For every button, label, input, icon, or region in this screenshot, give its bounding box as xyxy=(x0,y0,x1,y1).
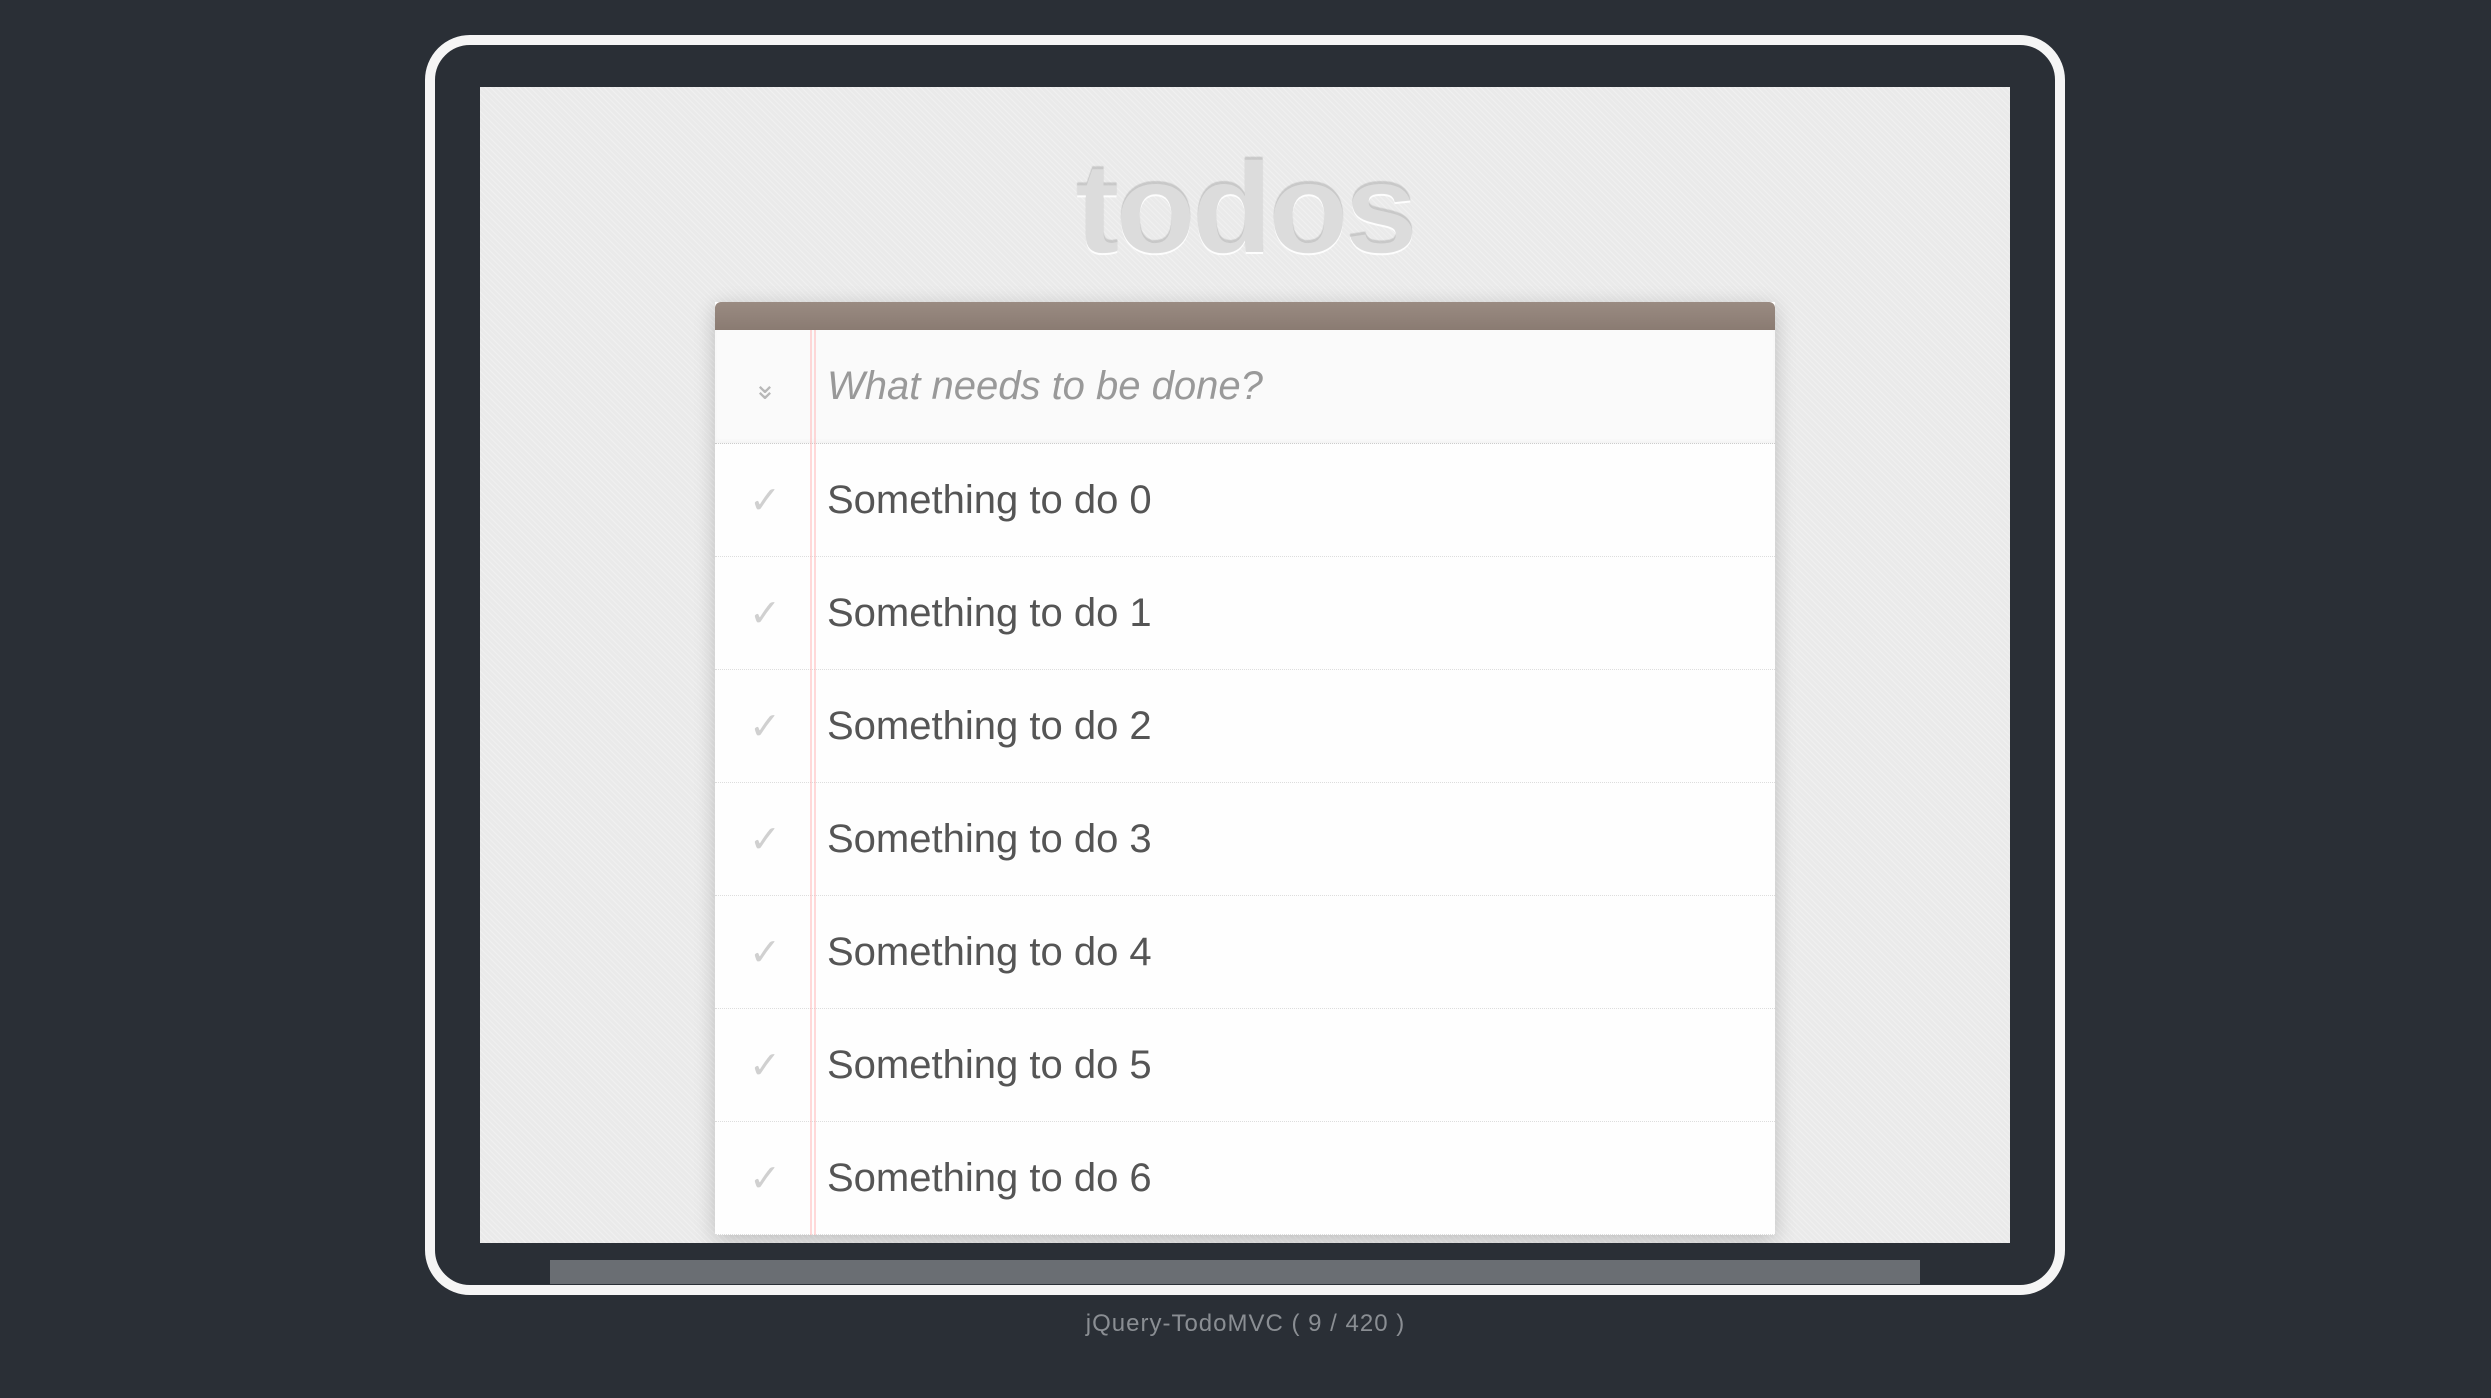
check-icon[interactable]: ✓ xyxy=(715,704,815,749)
todo-label: Something to do 3 xyxy=(815,817,1775,862)
check-icon[interactable]: ✓ xyxy=(715,591,815,636)
todo-label: Something to do 2 xyxy=(815,704,1775,749)
new-todo-input[interactable] xyxy=(815,344,1775,429)
status-text: jQuery-TodoMVC ( 9 / 420 ) xyxy=(0,1310,2491,1338)
check-icon[interactable]: ✓ xyxy=(715,478,815,523)
todo-item[interactable]: ✓ Something to do 4 xyxy=(715,896,1775,1009)
check-icon[interactable]: ✓ xyxy=(715,1043,815,1088)
todo-app-header-bar xyxy=(715,302,1775,330)
todo-item[interactable]: ✓ Something to do 0 xyxy=(715,444,1775,557)
todo-item[interactable]: ✓ Something to do 3 xyxy=(715,783,1775,896)
todo-item[interactable]: ✓ Something to do 6 xyxy=(715,1122,1775,1235)
app-title: todos xyxy=(480,87,2010,282)
todo-label: Something to do 4 xyxy=(815,930,1775,975)
check-icon[interactable]: ✓ xyxy=(715,1156,815,1201)
check-icon[interactable]: ✓ xyxy=(715,817,815,862)
todo-item[interactable]: ✓ Something to do 5 xyxy=(715,1009,1775,1122)
progress-bar xyxy=(550,1260,1920,1284)
todo-label: Something to do 0 xyxy=(815,478,1775,523)
todo-app: ⌄⌄ ✓ Something to do 0 ✓ Something to do… xyxy=(715,302,1775,1235)
check-icon[interactable]: ✓ xyxy=(715,930,815,975)
todo-item[interactable]: ✓ Something to do 1 xyxy=(715,557,1775,670)
benchmark-frame: todos ⌄⌄ ✓ Something to do 0 ✓ Someth xyxy=(425,35,2065,1295)
app-viewport: todos ⌄⌄ ✓ Something to do 0 ✓ Someth xyxy=(480,87,2010,1243)
todo-list: ✓ Something to do 0 ✓ Something to do 1 … xyxy=(715,444,1775,1235)
todo-label: Something to do 1 xyxy=(815,591,1775,636)
todo-label: Something to do 6 xyxy=(815,1156,1775,1201)
todo-label: Something to do 5 xyxy=(815,1043,1775,1088)
toggle-all-icon[interactable]: ⌄⌄ xyxy=(715,377,815,397)
todo-item[interactable]: ✓ Something to do 2 xyxy=(715,670,1775,783)
new-todo-row: ⌄⌄ xyxy=(715,330,1775,444)
